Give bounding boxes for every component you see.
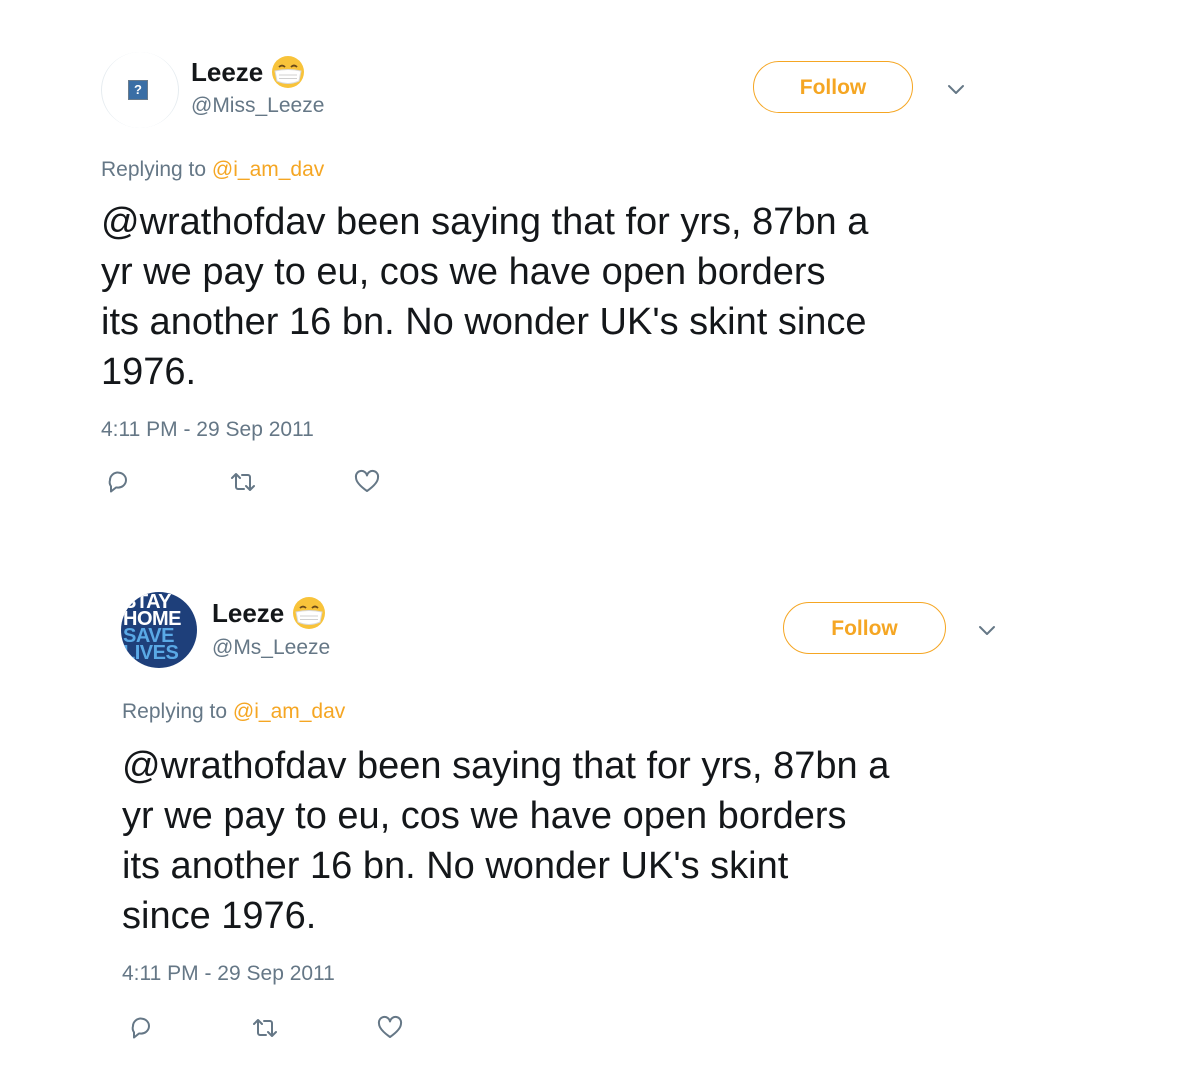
broken-image-icon: ?: [128, 80, 148, 100]
replying-prefix: Replying to: [101, 158, 207, 181]
timestamp[interactable]: 4:11 PM - 29 Sep 2011: [101, 418, 314, 442]
stay-home-save-lives-logo: STAY HOME SAVE LIVES: [123, 592, 182, 664]
follow-button[interactable]: Follow: [783, 602, 946, 654]
display-name[interactable]: Leeze: [212, 598, 284, 629]
user-handle[interactable]: @Miss_Leeze: [191, 94, 324, 118]
like-icon[interactable]: [376, 1014, 404, 1042]
replying-to-line: Replying to @i_am_dav: [122, 700, 345, 724]
chevron-down-icon[interactable]: [945, 78, 967, 100]
chevron-down-icon[interactable]: [976, 619, 998, 641]
tweet-text: @wrathofdav been saying that for yrs, 87…: [122, 745, 890, 937]
face-mask-emoji-icon: [292, 596, 326, 630]
like-icon[interactable]: [353, 468, 381, 496]
display-name[interactable]: Leeze: [191, 57, 263, 88]
timestamp[interactable]: 4:11 PM - 29 Sep 2011: [122, 962, 335, 986]
author-name-row: Leeze: [212, 596, 326, 630]
reply-icon[interactable]: [127, 1013, 155, 1041]
replying-to-line: Replying to @i_am_dav: [101, 158, 324, 182]
reply-icon[interactable]: [104, 467, 132, 495]
avatar[interactable]: ?: [101, 52, 179, 128]
retweet-icon[interactable]: [229, 468, 257, 496]
avatar[interactable]: STAY HOME SAVE LIVES: [121, 592, 197, 668]
replying-prefix: Replying to: [122, 700, 228, 723]
replying-to-mention[interactable]: @i_am_dav: [233, 700, 345, 723]
tweet-text: @wrathofdav been saying that for yrs, 87…: [101, 201, 869, 393]
replying-to-mention[interactable]: @i_am_dav: [212, 158, 324, 181]
retweet-icon[interactable]: [251, 1014, 279, 1042]
author-name-row: Leeze: [191, 55, 305, 89]
user-handle[interactable]: @Ms_Leeze: [212, 636, 330, 660]
follow-button[interactable]: Follow: [753, 61, 913, 113]
face-mask-emoji-icon: [271, 55, 305, 89]
